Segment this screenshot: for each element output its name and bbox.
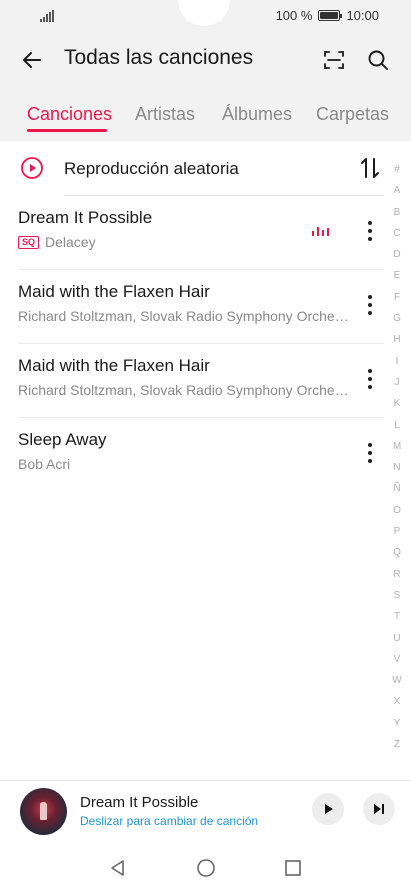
song-row[interactable]: Dream It Possible SQ Delacey <box>0 196 395 270</box>
alphabet-index-letter[interactable]: I <box>396 351 399 372</box>
song-row[interactable]: Maid with the Flaxen Hair Richard Stoltz… <box>0 344 395 418</box>
tab-bar: Canciones Artistas Álbumes Carpetas <box>0 100 411 140</box>
alphabet-index-letter[interactable]: S <box>394 585 401 606</box>
song-artist: Delacey <box>45 234 96 250</box>
alphabet-index-letter[interactable]: O <box>393 500 401 521</box>
song-artist: Richard Stoltzman, Slovak Radio Symphony… <box>18 308 349 324</box>
scan-icon <box>324 51 344 69</box>
play-button[interactable] <box>312 793 344 825</box>
alphabet-index-letter[interactable]: K <box>394 393 401 414</box>
alphabet-index-letter[interactable]: # <box>394 159 400 180</box>
alphabet-index-letter[interactable]: F <box>394 287 400 308</box>
song-title: Sleep Away <box>18 430 107 449</box>
mini-player-title: Dream It Possible <box>80 794 199 811</box>
song-title: Maid with the Flaxen Hair <box>18 282 210 301</box>
search-button[interactable] <box>362 44 394 76</box>
alphabet-index-letter[interactable]: B <box>394 202 401 223</box>
tab-indicator <box>27 129 107 132</box>
system-nav-bar <box>0 840 411 892</box>
circle-home-icon <box>197 859 215 877</box>
triangle-back-icon <box>111 860 124 876</box>
camera-notch <box>178 0 230 26</box>
more-options-button[interactable] <box>358 216 382 246</box>
back-arrow-icon <box>23 52 41 68</box>
signal-icon <box>40 10 54 22</box>
tab-artistas[interactable]: Artistas <box>135 104 195 125</box>
album-art[interactable] <box>20 788 67 835</box>
alphabet-index-letter[interactable]: H <box>393 329 400 350</box>
alphabet-index-letter[interactable]: G <box>393 308 401 329</box>
more-options-button[interactable] <box>358 438 382 468</box>
alphabet-index-letter[interactable]: X <box>394 691 401 712</box>
alphabet-index-letter[interactable]: R <box>393 564 400 585</box>
battery-icon <box>318 10 343 21</box>
tab-canciones[interactable]: Canciones <box>27 104 112 125</box>
song-title: Maid with the Flaxen Hair <box>18 356 210 375</box>
page-title: Todas las canciones <box>64 46 254 69</box>
shuffle-label: Reproducción aleatoria <box>64 159 239 178</box>
play-circle-icon <box>21 157 43 179</box>
alphabet-index-letter[interactable]: Q <box>393 542 401 563</box>
alphabet-index-letter[interactable]: L <box>394 415 400 436</box>
alphabet-index-letter[interactable]: U <box>393 628 400 649</box>
play-icon <box>325 804 333 814</box>
next-icon <box>374 804 384 814</box>
clock: 10:00 <box>346 8 379 23</box>
alphabet-index-letter[interactable]: P <box>394 521 401 542</box>
song-artist: Richard Stoltzman, Slovak Radio Symphony… <box>18 382 349 398</box>
status-bar: 100 % 10:00 <box>0 0 411 32</box>
back-button[interactable] <box>16 44 48 76</box>
alphabet-index-letter[interactable]: D <box>393 244 400 265</box>
alphabet-index-letter[interactable]: M <box>393 436 401 457</box>
tab-carpetas[interactable]: Carpetas <box>316 104 389 125</box>
alphabet-index-letter[interactable]: E <box>394 265 401 286</box>
alphabet-index-letter[interactable]: C <box>393 223 400 244</box>
nav-back-button[interactable] <box>106 856 130 880</box>
alphabet-index-letter[interactable]: J <box>395 372 400 393</box>
nav-recents-button[interactable] <box>281 856 305 880</box>
now-playing-icon <box>312 226 329 236</box>
song-row[interactable]: Sleep Away Bob Acri <box>0 418 395 492</box>
alphabet-index-letter[interactable]: T <box>394 606 400 627</box>
song-subtitle: SQ Delacey <box>18 234 96 250</box>
alphabet-index-letter[interactable]: Y <box>394 713 401 734</box>
mini-player[interactable]: Dream It Possible Deslizar para cambiar … <box>0 780 411 840</box>
song-row[interactable]: Maid with the Flaxen Hair Richard Stoltz… <box>0 270 395 344</box>
song-artist: Bob Acri <box>18 456 71 472</box>
alphabet-index-letter[interactable]: W <box>392 670 401 691</box>
nav-home-button[interactable] <box>194 856 218 880</box>
alphabet-index-letter[interactable]: Z <box>394 734 400 755</box>
search-icon <box>368 50 388 70</box>
status-right: 100 % 10:00 <box>276 8 379 23</box>
alphabet-index-letter[interactable]: V <box>394 649 401 670</box>
next-button[interactable] <box>363 793 395 825</box>
square-recents-icon <box>285 860 301 876</box>
alphabet-index-letter[interactable]: N <box>393 457 400 478</box>
song-list-panel: Reproducción aleatoria Dream It Possible… <box>0 141 411 780</box>
alphabet-index[interactable]: # A B C D E F G H I J K L M N Ñ O P Q R S T U V W X Y Z <box>388 159 406 755</box>
tab-albumes[interactable]: Álbumes <box>222 104 292 125</box>
battery-percent: 100 % <box>275 8 313 23</box>
scan-button[interactable] <box>318 44 350 76</box>
alphabet-index-letter[interactable]: Ñ <box>393 478 400 499</box>
alphabet-index-letter[interactable]: A <box>394 180 401 201</box>
mini-player-hint: Deslizar para cambiar de canción <box>80 814 259 828</box>
sort-icon[interactable] <box>358 155 382 181</box>
song-title: Dream It Possible <box>18 208 153 227</box>
sq-quality-badge: SQ <box>18 235 40 249</box>
top-app-bar: Todas las canciones <box>0 32 411 88</box>
shuffle-play-row[interactable]: Reproducción aleatoria <box>0 141 390 196</box>
more-options-button[interactable] <box>358 364 382 394</box>
more-options-button[interactable] <box>358 290 382 320</box>
